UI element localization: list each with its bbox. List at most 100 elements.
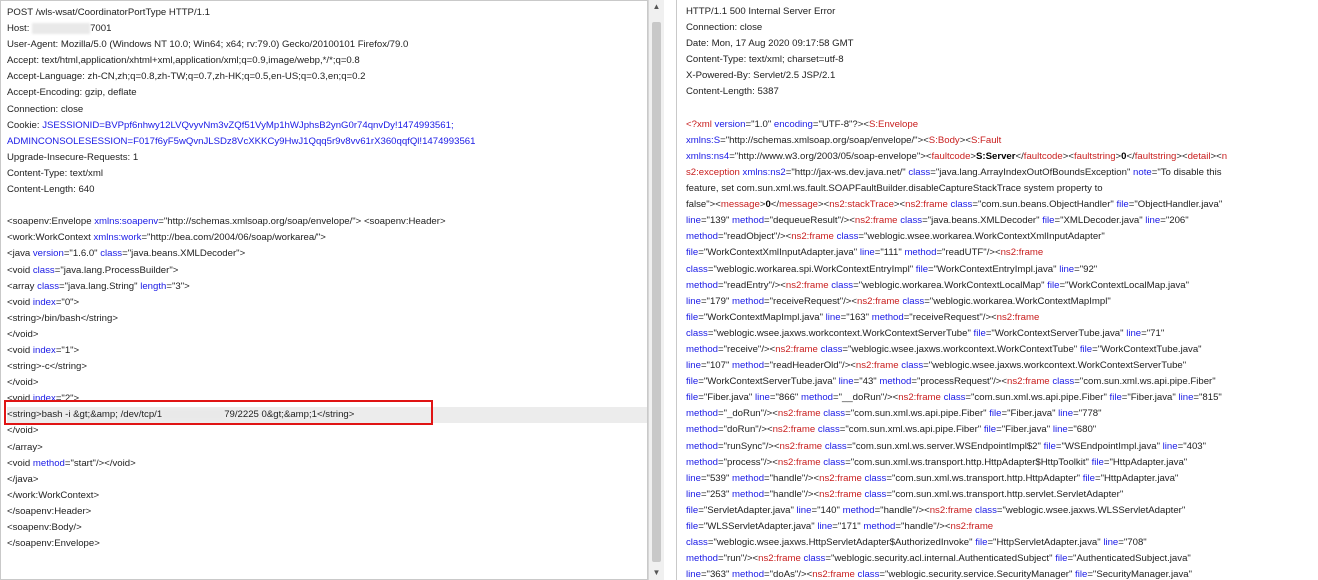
text-segment: method xyxy=(871,311,904,323)
response-line: Content-Type: text/xml; charset=utf-8 xyxy=(686,52,1318,68)
text-segment: line xyxy=(686,360,701,372)
text-segment: </void> xyxy=(7,425,39,437)
text-segment: line xyxy=(1126,327,1142,339)
response-text[interactable]: HTTP/1.1 500 Internal Server Error Connec… xyxy=(677,0,1318,580)
text-segment: method xyxy=(686,343,718,355)
text-segment: ="ObjectHandler.java" xyxy=(1128,199,1223,211)
text-segment: class xyxy=(686,537,708,549)
request-line: </void> xyxy=(7,327,647,343)
text-segment: class xyxy=(900,215,923,227)
text-segment: </work:WorkContext> xyxy=(7,489,100,501)
request-line: POST /wls-wsat/CoordinatorPortType HTTP/… xyxy=(7,5,647,21)
request-line: </soapenv:Envelope> xyxy=(7,536,647,552)
text-segment: line xyxy=(686,569,701,580)
text-segment: ="com.sun.beans.ObjectHandler" xyxy=(972,199,1117,211)
text-segment: ="WorkContextMapImpl.java" xyxy=(698,311,826,323)
text-segment: ns2:frame xyxy=(772,424,816,436)
text-segment: line xyxy=(817,521,833,532)
text-segment: ="readEntry"/>< xyxy=(718,279,786,291)
text-segment: file xyxy=(1109,392,1122,404)
text-segment: method xyxy=(732,295,765,307)
text-segment: file xyxy=(686,504,699,516)
text-segment: ="1"> xyxy=(55,344,80,356)
text-segment: ="java.beans.XMLDecoder"> xyxy=(122,248,246,260)
request-line: Accept-Encoding: gzip, deflate xyxy=(7,85,647,101)
text-segment: method xyxy=(863,521,896,532)
response-line: file="ServletAdapter.java" line="140" me… xyxy=(686,503,1318,519)
request-scrollbar[interactable]: ▲ ▼ xyxy=(648,0,664,580)
text-segment: ="start"/></void> xyxy=(64,457,136,469)
text-segment: ns2:frame xyxy=(785,279,829,291)
text-segment: ="WorkContextEntryImpl.java" xyxy=(928,263,1060,275)
response-line: HTTP/1.1 500 Internal Server Error xyxy=(686,4,1318,20)
text-segment: line xyxy=(1059,263,1075,275)
request-line: <void method="start"/></void> xyxy=(7,456,647,472)
response-line: Connection: close xyxy=(686,20,1318,36)
text-segment: faultcode xyxy=(931,150,971,162)
text-segment: ="ServletAdapter.java" xyxy=(698,504,797,516)
text-segment: file xyxy=(1043,440,1056,452)
response-line: class="weblogic.workarea.spi.WorkContext… xyxy=(686,262,1318,278)
text-segment: ="363" xyxy=(700,569,733,580)
text-segment: ="111" xyxy=(874,247,905,259)
scroll-up-arrow-icon[interactable]: ▲ xyxy=(649,0,664,14)
text-segment: method xyxy=(842,504,875,516)
response-line: line="139" method="dequeueResult"/><ns2:… xyxy=(686,213,1318,229)
request-line: </work:WorkContext> xyxy=(7,488,647,504)
text-segment: <work:WorkContext xyxy=(7,232,94,244)
text-segment: <array xyxy=(7,280,38,292)
request-text[interactable]: POST /wls-wsat/CoordinatorPortType HTTP/… xyxy=(1,1,647,552)
text-segment: file xyxy=(1075,569,1088,580)
text-segment: </ xyxy=(770,199,780,211)
text-segment: </soapenv:Header> xyxy=(7,505,92,517)
text-segment: ="WorkContextServerTube.java" xyxy=(985,327,1127,339)
response-line: file="WorkContextXmlInputAdapter.java" l… xyxy=(686,245,1318,261)
request-line: <string>-c</string> xyxy=(7,359,647,375)
response-line: class="weblogic.wsee.jaxws.workcontext.W… xyxy=(686,326,1318,342)
request-line: Upgrade-Insecure-Requests: 1 xyxy=(7,150,647,166)
request-line: <java version="1.6.0" class="java.beans.… xyxy=(7,246,647,262)
text-segment: 7001 xyxy=(90,23,112,35)
scrollbar-thumb[interactable] xyxy=(652,22,661,562)
response-line: Content-Length: 5387 xyxy=(686,84,1318,100)
text-segment: ="doAs"/>< xyxy=(764,569,813,580)
text-segment: Connection: close xyxy=(7,103,84,115)
text-segment: class xyxy=(943,392,966,404)
text-segment: JSESSIONID=BVPpf6nhwy12LVQvyvNm3vZQf51Vy… xyxy=(42,119,454,131)
text-segment: method xyxy=(800,392,833,404)
request-pane[interactable]: POST /wls-wsat/CoordinatorPortType HTTP/… xyxy=(0,0,648,580)
redacted-area xyxy=(32,23,91,35)
text-segment: ="140" xyxy=(811,504,843,516)
text-segment: User-Agent: Mozilla/5.0 (Windows NT 10.0… xyxy=(7,39,409,51)
request-line: User-Agent: Mozilla/5.0 (Windows NT 10.0… xyxy=(7,37,647,53)
response-line: false"><message>0</message><ns2:stackTra… xyxy=(686,197,1318,213)
text-segment: method xyxy=(686,424,718,436)
text-segment: ns2:frame xyxy=(777,456,821,468)
text-segment: ="weblogic.security.service.SecurityMana… xyxy=(879,569,1076,580)
text-segment: index xyxy=(32,344,56,356)
text-segment: class xyxy=(686,327,708,339)
text-segment: s2:exception xyxy=(686,166,743,178)
text-segment: method xyxy=(904,247,937,259)
text-segment: ="To disable this xyxy=(1151,166,1222,178)
scroll-down-arrow-icon[interactable]: ▼ xyxy=(649,566,664,580)
request-line: <soapenv:Envelope xmlns:soapenv="http://… xyxy=(7,214,647,230)
text-segment: method xyxy=(732,215,765,227)
text-segment: ="HttpServletAdapter.java" xyxy=(987,537,1104,549)
text-segment: ="com.sun.xml.ws.server.WSEndpointImpl$2… xyxy=(846,440,1044,452)
text-segment: class xyxy=(686,263,708,275)
request-line: Content-Length: 640 xyxy=(7,182,647,198)
text-segment: ="__doRun"/>< xyxy=(832,392,899,404)
response-line: line="539" method="handle"/><ns2:frame c… xyxy=(686,471,1318,487)
response-line: method="receive"/><ns2:frame class="webl… xyxy=(686,342,1318,358)
text-segment: Accept: text/html,application/xhtml+xml,… xyxy=(7,55,360,67)
text-segment: line xyxy=(796,504,812,516)
text-segment: ="receiveRequest"/>< xyxy=(764,295,857,307)
text-segment: file xyxy=(686,311,699,323)
text-segment: ="readUTF"/>< xyxy=(936,247,1001,259)
request-line: <array class="java.lang.String" length="… xyxy=(7,279,647,295)
response-pane[interactable]: HTTP/1.1 500 Internal Server Error Connec… xyxy=(676,0,1318,580)
request-line: Cookie: JSESSIONID=BVPpf6nhwy12LVQvyvNm3… xyxy=(7,118,647,134)
response-line: method="_doRun"/><ns2:frame class="com.s… xyxy=(686,406,1318,422)
response-line: file="WorkContextServerTube.java" line="… xyxy=(686,374,1318,390)
